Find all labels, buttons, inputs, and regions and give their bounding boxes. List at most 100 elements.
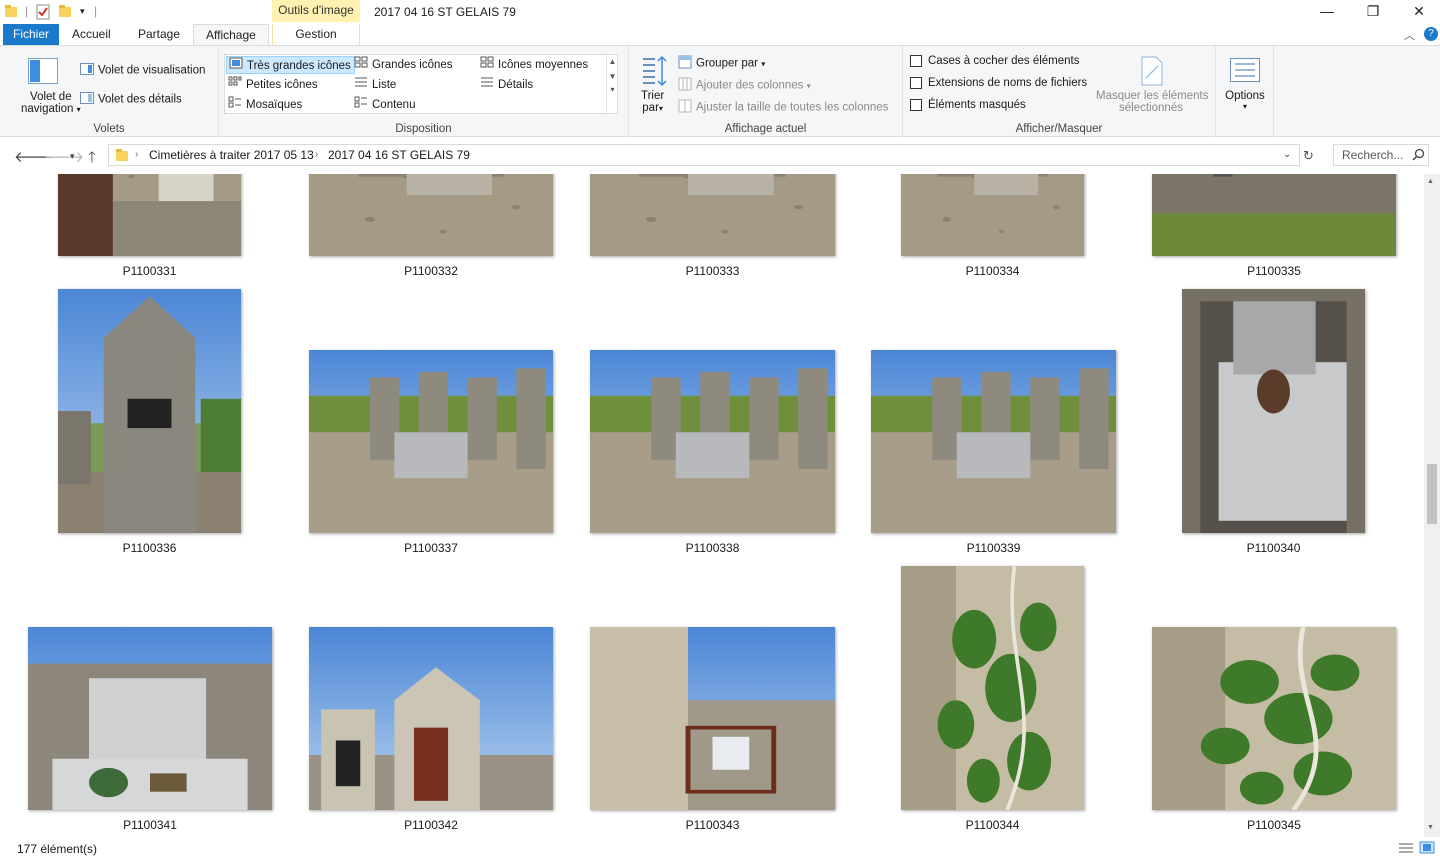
details-icon (480, 76, 494, 94)
hide-selected-icon[interactable] (1140, 56, 1164, 89)
gallery-more-icon[interactable]: ▾ (607, 85, 618, 94)
image-thumbnail[interactable] (590, 350, 835, 533)
item-count: 177 élément(s) (17, 842, 98, 856)
image-thumbnail[interactable] (871, 350, 1116, 533)
hidden-items-checkbox[interactable] (910, 99, 922, 111)
image-thumbnail[interactable] (309, 627, 553, 810)
dropdown-arrow-icon: ▾ (658, 104, 663, 113)
image-thumbnail[interactable] (590, 627, 835, 810)
address-row: 🡐 🡒 ▾ 🡑 › Cimetières à traiter 2017 05 1… (0, 138, 1440, 174)
file-name[interactable]: P1100336 (58, 541, 241, 555)
image-thumbnail[interactable] (1152, 174, 1396, 256)
image-thumbnail[interactable] (309, 350, 553, 533)
add-columns-button[interactable]: Ajouter des colonnes ▾ (678, 77, 811, 94)
vertical-scrollbar[interactable]: ▲ ▼ (1424, 174, 1440, 837)
large-icons-view-icon[interactable] (1419, 841, 1435, 857)
hide-selected-button[interactable]: Masquer les éléments sélectionnés (1096, 90, 1209, 114)
close-button[interactable]: ✕ (1396, 0, 1440, 24)
layout-content[interactable]: Contenu (352, 96, 418, 114)
address-bar[interactable]: › Cimetières à traiter 2017 05 13 › 2017… (108, 144, 1300, 166)
file-name[interactable]: P1100340 (1182, 541, 1365, 555)
item-checkboxes-checkbox[interactable] (910, 55, 922, 67)
image-thumbnail[interactable] (58, 289, 241, 533)
minimize-button[interactable]: — (1304, 0, 1350, 24)
preview-pane-button[interactable]: Volet de visualisation (80, 63, 205, 78)
preview-pane-icon (80, 63, 94, 78)
image-thumbnail[interactable] (901, 174, 1084, 256)
image-thumbnail[interactable] (1182, 289, 1365, 533)
file-extensions-toggle[interactable]: Extensions de noms de fichiers (910, 77, 1087, 89)
new-folder-icon[interactable] (58, 4, 72, 20)
layout-small-icons[interactable]: Petites icônes (226, 76, 321, 94)
file-name[interactable]: P1100337 (309, 541, 553, 555)
maximize-button[interactable]: ❐ (1350, 0, 1396, 24)
add-columns-icon (678, 77, 692, 94)
layout-extra-large-icons[interactable]: Très grandes icônes (226, 56, 355, 74)
size-columns-button[interactable]: Ajuster la taille de toutes les colonnes (678, 99, 888, 116)
forward-arrow-icon[interactable]: 🡒 (44, 147, 84, 166)
gallery-down-icon[interactable]: ▼ (607, 72, 618, 81)
file-extensions-checkbox[interactable] (910, 77, 922, 89)
file-name[interactable]: P1100332 (309, 264, 553, 278)
tab-file[interactable]: Fichier (3, 24, 59, 45)
sort-by-icon[interactable] (641, 55, 667, 90)
item-checkboxes-toggle[interactable]: Cases à cocher des éléments (910, 55, 1080, 67)
file-name[interactable]: P1100345 (1152, 818, 1396, 832)
layout-tiles[interactable]: Mosaïques (226, 96, 305, 114)
file-name[interactable]: P1100341 (28, 818, 272, 832)
details-pane-button[interactable]: Volet des détails (80, 92, 182, 107)
image-thumbnail[interactable] (28, 627, 272, 810)
tab-manage[interactable]: Gestion (272, 24, 360, 45)
details-view-icon[interactable] (1398, 842, 1414, 857)
navigation-pane-button[interactable]: Volet de navigation ▾ (21, 91, 81, 115)
breadcrumb-item[interactable]: Cimetières à traiter 2017 05 13 (149, 148, 314, 162)
recent-locations-icon[interactable]: ▾ (70, 151, 75, 162)
file-name[interactable]: P1100339 (871, 541, 1116, 555)
image-thumbnail[interactable] (901, 566, 1084, 810)
file-name[interactable]: P1100334 (901, 264, 1084, 278)
customize-toolbar-icon[interactable]: ▾ (80, 6, 85, 22)
scroll-up-icon[interactable]: ▲ (1427, 178, 1434, 185)
image-thumbnail[interactable] (1152, 627, 1396, 810)
scroll-down-icon[interactable]: ▼ (1427, 824, 1434, 831)
tab-home[interactable]: Accueil (60, 24, 123, 45)
file-name[interactable]: P1100333 (590, 264, 835, 278)
file-name[interactable]: P1100342 (309, 818, 553, 832)
gallery-up-icon[interactable]: ▲ (607, 57, 618, 66)
image-thumbnail[interactable] (58, 174, 241, 256)
options-icon[interactable] (1230, 58, 1260, 85)
layout-medium-icons[interactable]: Icônes moyennes (478, 56, 591, 74)
separator: | (94, 4, 98, 18)
breadcrumb-separator-icon[interactable]: › (315, 149, 318, 160)
group-label-current-view: Affichage actuel (724, 123, 807, 135)
refresh-icon[interactable]: ↻ (1303, 148, 1314, 164)
properties-icon[interactable] (36, 4, 50, 20)
file-name[interactable]: P1100343 (590, 818, 835, 832)
layout-large-icons[interactable]: Grandes icônes (352, 56, 456, 74)
layout-details[interactable]: Détails (478, 76, 536, 94)
scrollbar-thumb[interactable] (1427, 464, 1437, 524)
search-input[interactable]: Recherch... (1333, 144, 1429, 166)
help-icon[interactable]: ? (1424, 27, 1438, 41)
navigation-pane-icon[interactable] (28, 58, 58, 87)
file-name[interactable]: P1100338 (590, 541, 835, 555)
collapse-ribbon-icon[interactable]: ︿ (1404, 27, 1415, 43)
image-thumbnail[interactable] (309, 174, 553, 256)
file-name[interactable]: P1100335 (1152, 264, 1396, 278)
image-thumbnail[interactable] (590, 174, 835, 256)
tab-view[interactable]: Affichage (193, 24, 269, 46)
up-arrow-icon[interactable]: 🡑 (88, 147, 96, 172)
file-name[interactable]: P1100344 (901, 818, 1084, 832)
tab-share[interactable]: Partage (126, 24, 192, 45)
group-by-button[interactable]: Grouper par ▾ (678, 55, 765, 72)
hidden-items-toggle[interactable]: Éléments masqués (910, 99, 1026, 111)
layout-list[interactable]: Liste (352, 76, 399, 94)
breadcrumb-separator-icon[interactable]: › (135, 149, 138, 160)
file-name[interactable]: P1100331 (58, 264, 241, 278)
sort-by-button[interactable]: Trier par▾ (641, 90, 664, 114)
options-button[interactable]: Options ▾ (1223, 90, 1267, 111)
breadcrumb-item[interactable]: 2017 04 16 ST GELAIS 79 (328, 148, 470, 162)
large-icons-icon (354, 56, 368, 74)
address-history-icon[interactable]: ⌄ (1283, 149, 1291, 160)
file-view: P1100331 P1100332 P1100333 P1100334 P1100335… (0, 174, 1440, 837)
